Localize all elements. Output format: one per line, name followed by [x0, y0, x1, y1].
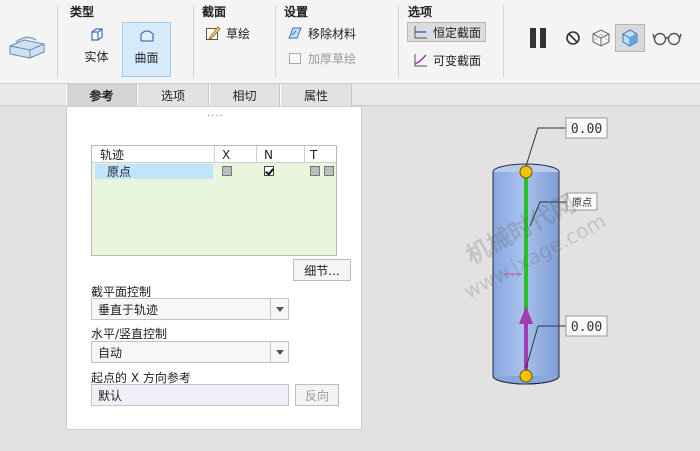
remove-material-icon	[288, 27, 302, 39]
x-checkbox[interactable]	[222, 166, 232, 176]
variable-section-button[interactable]: 可变截面	[412, 50, 481, 70]
flip-button[interactable]: 反向	[295, 384, 339, 406]
tab-references[interactable]: 参考	[66, 84, 137, 106]
dimension-leader	[525, 127, 566, 167]
surface-icon	[139, 30, 154, 42]
details-button[interactable]: 细节...	[293, 259, 351, 281]
column-divider	[214, 146, 215, 163]
group-title-type: 类型	[70, 5, 95, 19]
separator	[193, 6, 194, 78]
tab-options[interactable]: 选项	[137, 84, 209, 106]
variable-section-label: 可变截面	[433, 53, 482, 68]
orientation-control-select[interactable]: 自动	[91, 341, 289, 363]
group-title-options: 选项	[408, 5, 433, 19]
constant-section-icon	[414, 26, 427, 39]
table-row[interactable]: 原点	[92, 163, 336, 180]
thicken-sketch-icon	[289, 53, 301, 64]
end-point-marker[interactable]	[519, 369, 533, 383]
surface-button[interactable]: 曲面	[122, 22, 171, 77]
header-trajectory: 轨迹	[100, 148, 125, 162]
trajectory-table: 轨迹 X N T 原点	[91, 145, 337, 256]
column-divider	[256, 146, 257, 163]
section-control-select[interactable]: 垂直于轨迹	[91, 298, 289, 320]
glasses-icon[interactable]	[650, 24, 684, 52]
header-n: N	[264, 147, 273, 162]
n-checkbox[interactable]	[264, 166, 274, 176]
shaded-preview-icon[interactable]	[615, 24, 645, 52]
wireframe-preview-icon[interactable]	[588, 24, 614, 52]
remove-material-button[interactable]: 移除材料	[287, 23, 356, 43]
no-preview-icon[interactable]	[562, 24, 584, 52]
solid-label: 实体	[84, 50, 109, 64]
tab-properties[interactable]: 属性	[280, 84, 352, 106]
remove-material-label: 移除材料	[308, 26, 357, 41]
header-t: T	[310, 147, 318, 162]
trajectory-table-header: 轨迹 X N T	[92, 146, 336, 163]
sketch-icon	[206, 26, 221, 40]
top-dimension-value[interactable]: 0.00	[571, 122, 602, 137]
t-checkbox[interactable]	[310, 166, 320, 176]
pause-icon[interactable]	[524, 24, 552, 52]
ribbon: 类型 实体 曲面 截面 草绘 设置 移除材料 加厚草绘 选项 恒定截面 可变截面	[0, 0, 700, 84]
tab-tangency[interactable]: 相切	[209, 84, 280, 106]
t-checkbox-secondary[interactable]	[324, 166, 334, 176]
group-title-settings: 设置	[284, 5, 309, 19]
thicken-sketch-label: 加厚草绘	[308, 51, 357, 66]
tab-bar: 参考 选项 相切 属性	[0, 84, 700, 106]
x-direction-reference-field[interactable]: 默认	[91, 384, 289, 406]
separator	[398, 6, 399, 78]
section-control-value: 垂直于轨迹	[98, 302, 159, 317]
panel-grip[interactable]: ....	[207, 108, 224, 119]
chevron-down-icon[interactable]	[270, 299, 288, 319]
header-x: X	[222, 147, 231, 162]
sweep-feature-icon	[6, 32, 50, 62]
x-direction-reference-value: 默认	[98, 388, 123, 403]
constant-section-label: 恒定截面	[433, 25, 482, 40]
start-point-marker[interactable]	[519, 165, 533, 179]
separator	[503, 6, 504, 78]
group-title-section: 截面	[202, 5, 227, 19]
solid-icon	[90, 28, 103, 41]
sketch-label: 草绘	[226, 26, 251, 41]
column-divider	[304, 146, 305, 163]
separator	[57, 6, 58, 78]
surface-label: 曲面	[134, 51, 159, 65]
solid-button[interactable]: 实体	[72, 22, 121, 77]
orientation-control-value: 自动	[98, 345, 123, 360]
thicken-sketch-button[interactable]: 加厚草绘	[287, 48, 356, 68]
variable-section-icon	[414, 54, 427, 67]
references-panel: .... 轨迹 X N T 原点 细节... 截平面控制 垂直于轨迹 水平/竖直…	[66, 106, 362, 430]
chevron-down-icon[interactable]	[270, 342, 288, 362]
orientation-control-label: 水平/竖直控制	[91, 327, 168, 341]
trajectory-name-cell[interactable]: 原点	[95, 164, 213, 179]
bottom-dimension-value[interactable]: 0.00	[571, 320, 602, 335]
separator	[275, 6, 276, 78]
sketch-button[interactable]: 草绘	[205, 23, 250, 43]
constant-section-button[interactable]: 恒定截面	[407, 22, 487, 42]
